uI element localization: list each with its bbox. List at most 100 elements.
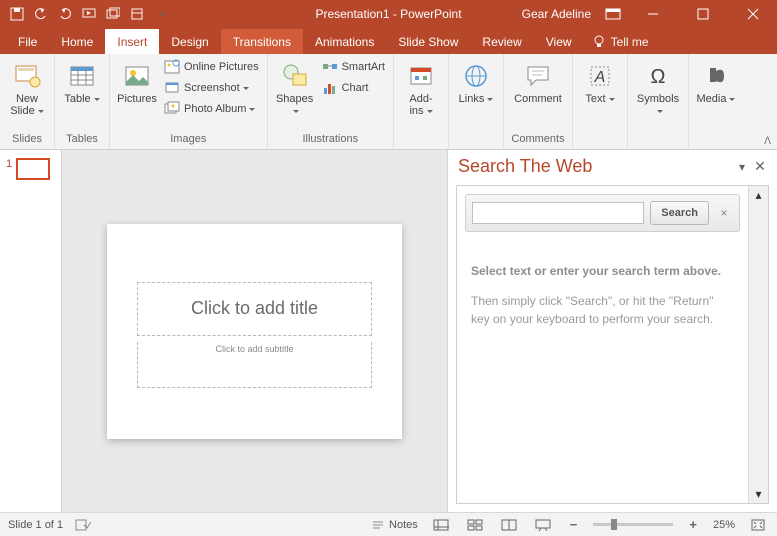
svg-text:Ω: Ω bbox=[651, 66, 666, 88]
search-hint: Select text or enter your search term ab… bbox=[465, 232, 740, 328]
scroll-up-icon[interactable]: ▴ bbox=[755, 186, 761, 204]
symbols-button[interactable]: Ω Symbols bbox=[634, 58, 682, 117]
group-symbols: Ω Symbols bbox=[628, 54, 689, 149]
collapse-ribbon-icon[interactable]: ᐱ bbox=[764, 136, 771, 147]
online-pictures-button[interactable]: Online Pictures bbox=[162, 58, 261, 76]
media-button[interactable]: Media bbox=[695, 58, 737, 105]
normal-view-button[interactable] bbox=[430, 517, 452, 533]
spellcheck-icon[interactable] bbox=[75, 518, 91, 532]
group-comments: Comment Comments bbox=[504, 54, 573, 149]
group-illustrations-label: Illustrations bbox=[274, 132, 387, 147]
pane-options-icon[interactable]: ▾ bbox=[733, 160, 751, 174]
clear-search-icon[interactable]: × bbox=[715, 206, 733, 220]
symbols-icon: Ω bbox=[644, 62, 672, 90]
text-label: Text bbox=[585, 93, 614, 105]
new-slide-icon bbox=[13, 62, 41, 90]
subtitle-placeholder[interactable]: Click to add subtitle bbox=[137, 342, 372, 388]
tab-slide-show[interactable]: Slide Show bbox=[386, 29, 470, 54]
close-button[interactable] bbox=[735, 0, 771, 28]
svg-text:A: A bbox=[594, 69, 606, 86]
zoom-out-button[interactable]: − bbox=[566, 517, 582, 532]
lightbulb-icon bbox=[592, 35, 606, 49]
media-label: Media bbox=[697, 93, 736, 105]
new-slide-label: New Slide bbox=[10, 93, 43, 117]
zoom-slider[interactable] bbox=[593, 523, 673, 526]
slideshow-view-button[interactable] bbox=[532, 517, 554, 533]
media-icon bbox=[702, 62, 730, 90]
addins-button[interactable]: Add- ins bbox=[400, 58, 442, 117]
addins-label: Add- ins bbox=[409, 93, 432, 117]
hint-line-1: Select text or enter your search term ab… bbox=[471, 262, 734, 280]
group-images-label: Images bbox=[116, 132, 261, 147]
shapes-button[interactable]: Shapes bbox=[274, 58, 316, 117]
photo-album-button[interactable]: Photo Album bbox=[162, 100, 261, 118]
notes-label: Notes bbox=[389, 519, 418, 531]
pictures-button[interactable]: Pictures bbox=[116, 58, 158, 105]
screenshot-button[interactable]: Screenshot bbox=[162, 79, 261, 97]
redo-icon[interactable] bbox=[58, 7, 72, 21]
links-label: Links bbox=[459, 93, 494, 105]
chart-button[interactable]: Chart bbox=[320, 79, 387, 97]
smartart-button[interactable]: SmartArt bbox=[320, 58, 387, 76]
zoom-in-button[interactable]: + bbox=[685, 517, 701, 532]
slide-thumbnail-1[interactable]: 1 bbox=[0, 158, 61, 180]
search-bar: Search × bbox=[465, 194, 740, 232]
group-tables: Table Tables bbox=[55, 54, 110, 149]
tab-file[interactable]: File bbox=[6, 29, 49, 54]
text-icon: A bbox=[586, 62, 614, 90]
shapes-label: Shapes bbox=[274, 93, 316, 117]
group-media: Media bbox=[689, 54, 743, 149]
notes-button[interactable]: Notes bbox=[371, 519, 418, 531]
tab-design[interactable]: Design bbox=[159, 29, 220, 54]
table-button[interactable]: Table bbox=[61, 58, 103, 105]
new-slide-button[interactable]: New Slide bbox=[6, 58, 48, 117]
customize-qat-icon[interactable] bbox=[154, 7, 168, 21]
reading-view-button[interactable] bbox=[498, 517, 520, 533]
undo-icon[interactable] bbox=[34, 7, 48, 21]
pane-scrollbar[interactable]: ▴ ▾ bbox=[748, 186, 768, 503]
quick-access-toolbar bbox=[0, 7, 168, 21]
scroll-down-icon[interactable]: ▾ bbox=[755, 485, 761, 503]
chart-label: Chart bbox=[342, 82, 369, 94]
text-button[interactable]: A Text bbox=[579, 58, 621, 105]
slide-counter[interactable]: Slide 1 of 1 bbox=[8, 519, 63, 531]
zoom-level[interactable]: 25% bbox=[713, 519, 735, 531]
chart-icon bbox=[322, 80, 338, 96]
tell-me-label: Tell me bbox=[611, 35, 649, 49]
tab-transitions[interactable]: Transitions bbox=[221, 29, 303, 54]
tab-animations[interactable]: Animations bbox=[303, 29, 386, 54]
comment-label: Comment bbox=[514, 93, 562, 105]
group-comments-label: Comments bbox=[510, 132, 566, 147]
fit-to-window-button[interactable] bbox=[747, 517, 769, 533]
thumb-preview bbox=[16, 158, 50, 180]
tab-review[interactable]: Review bbox=[470, 29, 533, 54]
user-name[interactable]: Gear Adeline bbox=[522, 7, 591, 21]
ribbon-display-options-icon[interactable] bbox=[605, 8, 621, 20]
group-tables-label: Tables bbox=[61, 132, 103, 147]
status-bar: Slide 1 of 1 Notes − + 25% bbox=[0, 512, 777, 536]
maximize-button[interactable] bbox=[685, 0, 721, 28]
table-icon bbox=[68, 62, 96, 90]
pane-title: Search The Web bbox=[458, 156, 733, 177]
comment-button[interactable]: Comment bbox=[510, 58, 566, 105]
tab-home[interactable]: Home bbox=[49, 29, 105, 54]
group-links-label bbox=[455, 132, 497, 147]
search-web-pane: Search The Web ▾ ✕ Search × Select text … bbox=[447, 150, 777, 512]
tab-view[interactable]: View bbox=[534, 29, 584, 54]
pictures-label: Pictures bbox=[117, 93, 157, 105]
slide-canvas-area[interactable]: Click to add title Click to add subtitle bbox=[62, 150, 447, 512]
search-button[interactable]: Search bbox=[650, 201, 709, 225]
minimize-button[interactable] bbox=[635, 0, 671, 28]
qat-icon-2[interactable] bbox=[130, 7, 144, 21]
start-from-beginning-icon[interactable] bbox=[82, 7, 96, 21]
search-input[interactable] bbox=[472, 202, 644, 224]
tell-me[interactable]: Tell me bbox=[592, 35, 649, 54]
photo-album-label: Photo Album bbox=[184, 103, 255, 115]
slide-sorter-view-button[interactable] bbox=[464, 517, 486, 533]
pane-close-icon[interactable]: ✕ bbox=[751, 158, 769, 175]
tab-insert[interactable]: Insert bbox=[105, 29, 159, 54]
save-icon[interactable] bbox=[10, 7, 24, 21]
qat-icon[interactable] bbox=[106, 7, 120, 21]
title-placeholder[interactable]: Click to add title bbox=[137, 282, 372, 336]
links-button[interactable]: Links bbox=[455, 58, 497, 105]
